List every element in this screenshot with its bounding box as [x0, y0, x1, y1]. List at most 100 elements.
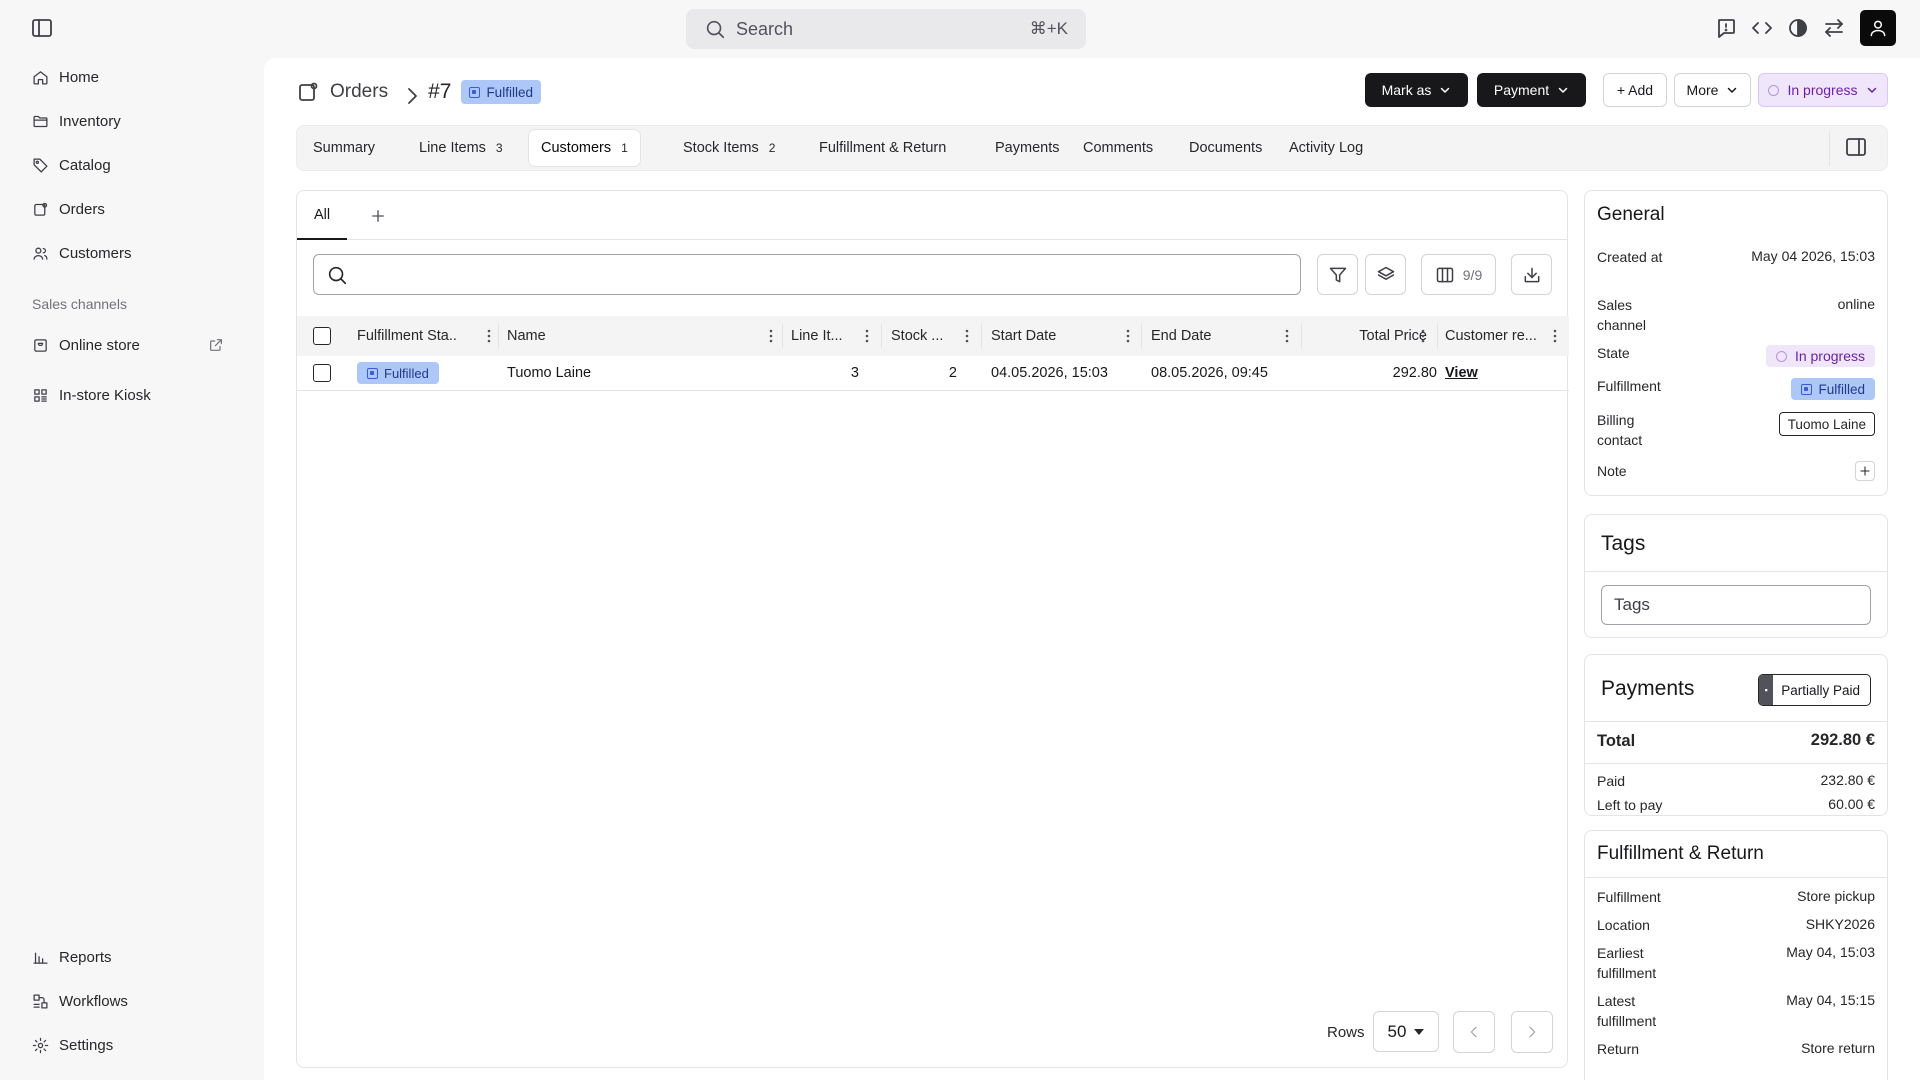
filter-button[interactable]	[1317, 254, 1358, 295]
tab-label: Comments	[1083, 140, 1154, 156]
view-tab-all[interactable]: All	[297, 191, 347, 240]
sidebar-toggle-icon[interactable]	[30, 16, 54, 40]
mark-as-button[interactable]: Mark as	[1365, 73, 1468, 107]
side-panel-toggle-icon[interactable]	[1844, 135, 1868, 159]
tab-stock-items[interactable]: Stock Items 2	[671, 130, 787, 166]
order-tabs: Summary Line Items 3 Customers 1 Stock I…	[296, 125, 1888, 171]
group-button[interactable]	[1365, 254, 1406, 295]
user-avatar[interactable]	[1860, 10, 1896, 46]
add-note-button[interactable]	[1855, 461, 1875, 481]
tab-payments[interactable]: Payments	[983, 130, 1071, 166]
fulfillment-chip[interactable]: Fulfilled	[1791, 378, 1875, 400]
column-header-fulfillment[interactable]: Fulfillment Sta...	[357, 316, 457, 356]
tags-card: Tags	[1584, 514, 1888, 638]
feedback-icon[interactable]	[1714, 16, 1738, 40]
state-dropdown[interactable]: In progress	[1758, 73, 1888, 107]
column-menu-icon[interactable]	[763, 328, 779, 344]
tag-icon	[32, 157, 49, 174]
tab-summary[interactable]: Summary	[301, 130, 387, 166]
sidebar-item-in-store-kiosk[interactable]: In-store Kiosk	[32, 383, 151, 407]
state-chip[interactable]: In progress	[1765, 345, 1875, 367]
sidebar-item-settings[interactable]: Settings	[32, 1033, 113, 1057]
table-search-input[interactable]	[356, 255, 1300, 294]
column-header-name[interactable]: Name	[507, 316, 707, 356]
sales-channels-heading: Sales channels	[32, 296, 127, 312]
column-header-customer-ref[interactable]: Customer re...	[1445, 316, 1545, 356]
columns-button[interactable]: 9/9	[1421, 254, 1496, 295]
payment-button[interactable]: Payment	[1477, 73, 1586, 107]
view-tabs: All	[297, 191, 1567, 240]
sidebar-item-catalog[interactable]: Catalog	[32, 153, 111, 177]
billing-contact-chip[interactable]: Tuomo Laine	[1778, 412, 1875, 436]
previous-page-button[interactable]	[1453, 1011, 1495, 1053]
sidebar-item-label: Home	[59, 68, 100, 86]
tags-input[interactable]	[1601, 585, 1871, 625]
column-header-total-price[interactable]: Total Price	[1307, 316, 1427, 356]
external-link-icon[interactable]	[208, 337, 224, 353]
store-icon	[32, 337, 49, 354]
column-menu-icon[interactable]	[959, 328, 975, 344]
tab-label: Payments	[995, 140, 1060, 156]
left-to-pay-value: 60.00 €	[1828, 796, 1875, 812]
column-menu-icon[interactable]	[481, 328, 497, 344]
breadcrumb-orders[interactable]: Orders	[330, 81, 388, 103]
column-menu-icon[interactable]	[1415, 328, 1431, 344]
paid-label: Paid	[1597, 773, 1626, 789]
add-view-icon[interactable]	[369, 207, 387, 225]
tab-label: Stock Items	[683, 140, 759, 156]
payment-status-label: Partially Paid	[1781, 682, 1860, 698]
column-menu-icon[interactable]	[1547, 328, 1563, 344]
tab-documents[interactable]: Documents	[1177, 130, 1274, 166]
payment-status-badge[interactable]: ▪ Partially Paid	[1758, 674, 1871, 706]
orders-icon	[296, 80, 320, 104]
sidebar-item-orders[interactable]: Orders	[32, 197, 105, 221]
tab-comments[interactable]: Comments	[1071, 130, 1165, 166]
cell-stock: 2	[948, 365, 957, 381]
fulfilled-icon	[1801, 383, 1813, 395]
next-page-button[interactable]	[1511, 1011, 1553, 1053]
tab-activity-log[interactable]: Activity Log	[1277, 130, 1375, 166]
main-panel: Orders #7 Fulfilled Mark as Payment + Ad…	[264, 58, 1920, 1080]
mark-as-label: Mark as	[1381, 82, 1432, 98]
code-icon[interactable]	[1750, 16, 1774, 40]
global-search[interactable]: Search ⌘+K	[686, 9, 1086, 49]
state-label: State	[1597, 345, 1630, 361]
switch-icon[interactable]	[1822, 16, 1846, 40]
sidebar-item-label: Settings	[59, 1036, 114, 1054]
sidebar-item-customers[interactable]: Customers	[32, 241, 132, 265]
rows-per-page-value: 50	[1387, 1021, 1407, 1041]
column-menu-icon[interactable]	[859, 328, 875, 344]
tab-line-items[interactable]: Line Items 3	[407, 130, 515, 166]
column-menu-icon[interactable]	[1279, 328, 1295, 344]
sidebar-item-workflows[interactable]: Workflows	[32, 989, 128, 1013]
sidebar-item-label: Orders	[59, 200, 105, 218]
state-value: In progress	[1765, 345, 1875, 367]
column-divider	[782, 324, 783, 348]
tab-fulfillment-return[interactable]: Fulfillment & Return	[807, 130, 958, 166]
row-checkbox[interactable]	[313, 364, 331, 382]
rows-per-page-select[interactable]: 50	[1373, 1011, 1439, 1052]
add-button[interactable]: + Add	[1603, 73, 1667, 107]
more-button[interactable]: More	[1674, 73, 1751, 107]
location-value: SHKY2026	[1805, 916, 1875, 932]
sidebar-item-inventory[interactable]: Inventory	[32, 109, 121, 133]
view-link[interactable]: View	[1445, 365, 1478, 381]
sidebar-item-online-store[interactable]: Online store	[32, 333, 140, 357]
column-header-start-date[interactable]: Start Date	[991, 316, 1111, 356]
layers-icon	[1376, 265, 1396, 285]
select-all-checkbox[interactable]	[313, 327, 331, 345]
theme-icon[interactable]	[1786, 16, 1810, 40]
column-header-line-items[interactable]: Line It...	[791, 316, 851, 356]
column-header-stock[interactable]: Stock ...	[891, 316, 951, 356]
column-menu-icon[interactable]	[1120, 328, 1136, 344]
tab-customers[interactable]: Customers 1	[529, 130, 640, 166]
column-header-end-date[interactable]: End Date	[1151, 316, 1271, 356]
sidebar-item-label: Catalog	[59, 156, 111, 174]
sidebar-item-reports[interactable]: Reports	[32, 945, 112, 969]
sidebar-item-home[interactable]: Home	[32, 65, 99, 89]
download-button[interactable]	[1511, 254, 1552, 295]
row-select-cell	[313, 356, 331, 390]
state-chip-label: In progress	[1794, 348, 1865, 364]
table-row[interactable]: Fulfilled Tuomo Laine 3 2 04.05.2026, 15…	[297, 356, 1569, 391]
tags-title: Tags	[1601, 532, 1646, 555]
